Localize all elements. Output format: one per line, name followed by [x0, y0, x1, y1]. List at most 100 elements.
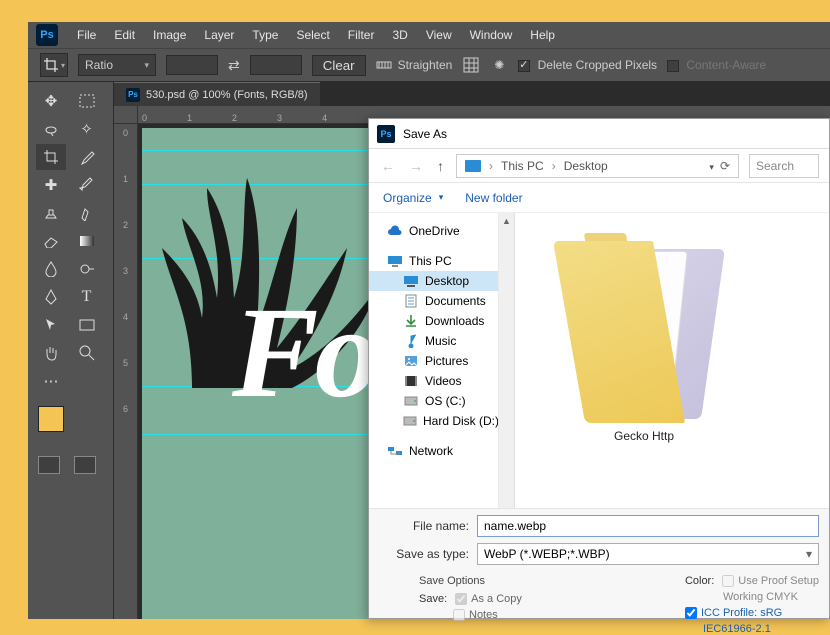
options-bar: ▾ Ratio ▾ ⇄ Clear Straighten ✺ Delete Cr… [28, 48, 830, 82]
refresh-icon[interactable]: ⟳ [720, 159, 730, 173]
menu-3d[interactable]: 3D [383, 24, 416, 46]
healing-brush-tool[interactable]: ✚ [36, 172, 66, 198]
pen-tool[interactable] [36, 284, 66, 310]
ruler-tick: 1 [123, 174, 128, 184]
menu-layer[interactable]: Layer [195, 24, 243, 46]
nav-back-icon[interactable]: ← [379, 158, 397, 174]
overlay-grid-icon[interactable] [462, 56, 480, 74]
dialog-titlebar[interactable]: Ps Save As [369, 119, 829, 149]
menu-type[interactable]: Type [243, 24, 287, 46]
magic-wand-tool[interactable]: ✧ [72, 116, 102, 142]
organize-button[interactable]: Organize [383, 191, 443, 205]
folder-tree[interactable]: OneDrive This PCDesktopDocuments Downloads… [369, 213, 499, 508]
path-selection-tool[interactable] [36, 312, 66, 338]
type-tool[interactable]: T [72, 284, 102, 310]
breadcrumb[interactable]: This PC Desktop ⟳ [456, 154, 739, 178]
move-tool[interactable]: ✥ [36, 88, 66, 114]
menu-edit[interactable]: Edit [105, 24, 144, 46]
tree-scrollbar[interactable]: ▲ [499, 213, 515, 508]
nav-up-icon[interactable]: ↑ [435, 158, 446, 174]
breadcrumb-item[interactable]: Desktop [564, 159, 608, 173]
menu-file[interactable]: File [68, 24, 105, 46]
tree-item-label: Hard Disk (D:) [423, 414, 499, 428]
marquee-tool[interactable] [72, 88, 102, 114]
canvas-text: Fo [232, 278, 376, 428]
tree-item-this-pc[interactable]: This PC [369, 251, 498, 271]
crop-height-field[interactable] [250, 55, 302, 75]
save-type-value: WebP (*.WEBP;*.WBP) [484, 547, 610, 561]
color-swatches[interactable] [28, 400, 113, 452]
foreground-color[interactable] [38, 406, 64, 432]
file-name-input[interactable] [477, 515, 819, 537]
content-aware-label: Content-Aware [686, 58, 766, 72]
edit-toolbar[interactable]: ⋯ [36, 368, 66, 394]
tree-item-documents[interactable]: Documents [369, 291, 498, 311]
ruler-tick: 2 [123, 220, 128, 230]
tree-item-videos[interactable]: Videos [369, 371, 498, 391]
dialog-bottom: File name: Save as type: WebP (*.WEBP;*.… [369, 508, 829, 618]
tree-item-pictures[interactable]: Pictures [369, 351, 498, 371]
save-options-title: Save Options [419, 575, 522, 587]
crop-width-field[interactable] [166, 55, 218, 75]
screen-mode-icon[interactable] [74, 456, 96, 474]
tree-item-downloads[interactable]: Downloads [369, 311, 498, 331]
save-type-dropdown[interactable]: WebP (*.WEBP;*.WBP) ▾ [477, 543, 819, 565]
tree-item-hard-disk-d-[interactable]: Hard Disk (D:) [369, 411, 498, 431]
clone-stamp-tool[interactable] [36, 200, 66, 226]
ps-file-icon: Ps [377, 125, 395, 143]
tree-item-music[interactable]: Music [369, 331, 498, 351]
history-brush-tool[interactable] [72, 200, 102, 226]
icc-profile-checkbox[interactable] [685, 607, 697, 619]
lasso-tool[interactable] [36, 116, 66, 142]
straighten-button[interactable]: Straighten [376, 58, 453, 72]
ratio-dropdown[interactable]: Ratio ▾ [78, 54, 156, 76]
tree-item-label: OneDrive [409, 224, 460, 238]
scroll-up-icon[interactable]: ▲ [499, 213, 514, 229]
hand-tool[interactable] [36, 340, 66, 366]
tree-item-label: Downloads [425, 314, 484, 328]
crop-tool[interactable] [36, 144, 66, 170]
zoom-tool[interactable] [72, 340, 102, 366]
delete-cropped-checkbox[interactable]: Delete Cropped Pixels [518, 58, 657, 72]
search-input[interactable]: Search [749, 154, 819, 178]
nav-forward-icon[interactable]: → [407, 158, 425, 174]
blur-tool[interactable] [36, 256, 66, 282]
quick-mask-icon[interactable] [38, 456, 60, 474]
swap-dims-icon[interactable]: ⇄ [228, 57, 240, 74]
crop-tool-indicator[interactable]: ▾ [40, 53, 68, 77]
folder-item[interactable]: Gecko Http [569, 233, 719, 443]
tree-item-network[interactable]: Network [369, 441, 498, 461]
menu-filter[interactable]: Filter [339, 24, 384, 46]
tree-item-onedrive[interactable]: OneDrive [369, 221, 498, 241]
tree-item-os-c-[interactable]: OS (C:) [369, 391, 498, 411]
ruler-tick: 3 [123, 266, 128, 276]
eyedropper-tool[interactable] [72, 144, 102, 170]
breadcrumb-item[interactable]: This PC [501, 159, 544, 173]
menu-select[interactable]: Select [287, 24, 338, 46]
straighten-icon [376, 59, 392, 71]
dodge-tool[interactable] [72, 256, 102, 282]
tree-item-desktop[interactable]: Desktop [369, 271, 498, 291]
menu-window[interactable]: Window [461, 24, 522, 46]
as-a-copy-checkbox [455, 593, 467, 605]
crop-settings-icon[interactable]: ✺ [490, 56, 508, 74]
icc-profile-label: ICC Profile: sRG [701, 607, 782, 619]
gradient-tool[interactable] [72, 228, 102, 254]
menu-image[interactable]: Image [144, 24, 195, 46]
menu-help[interactable]: Help [521, 24, 564, 46]
ruler-vertical[interactable]: 0 1 2 3 4 5 6 [114, 124, 138, 619]
folder-content[interactable]: ▲ Gecko Http [499, 213, 829, 508]
brush-tool[interactable] [72, 172, 102, 198]
dialog-nav: ← → ↑ This PC Desktop ⟳ Search [369, 149, 829, 183]
menu-view[interactable]: View [417, 24, 461, 46]
clear-button[interactable]: Clear [312, 55, 366, 76]
breadcrumb-history-icon[interactable] [706, 159, 714, 173]
rectangle-tool[interactable] [72, 312, 102, 338]
music-icon [403, 334, 419, 348]
new-folder-button[interactable]: New folder [465, 191, 522, 205]
folder-icon [569, 233, 719, 423]
drive-icon [403, 394, 419, 408]
eraser-tool[interactable] [36, 228, 66, 254]
dialog-title: Save As [403, 127, 447, 141]
document-tab[interactable]: Ps 530.psd @ 100% (Fonts, RGB/8) [114, 82, 320, 106]
